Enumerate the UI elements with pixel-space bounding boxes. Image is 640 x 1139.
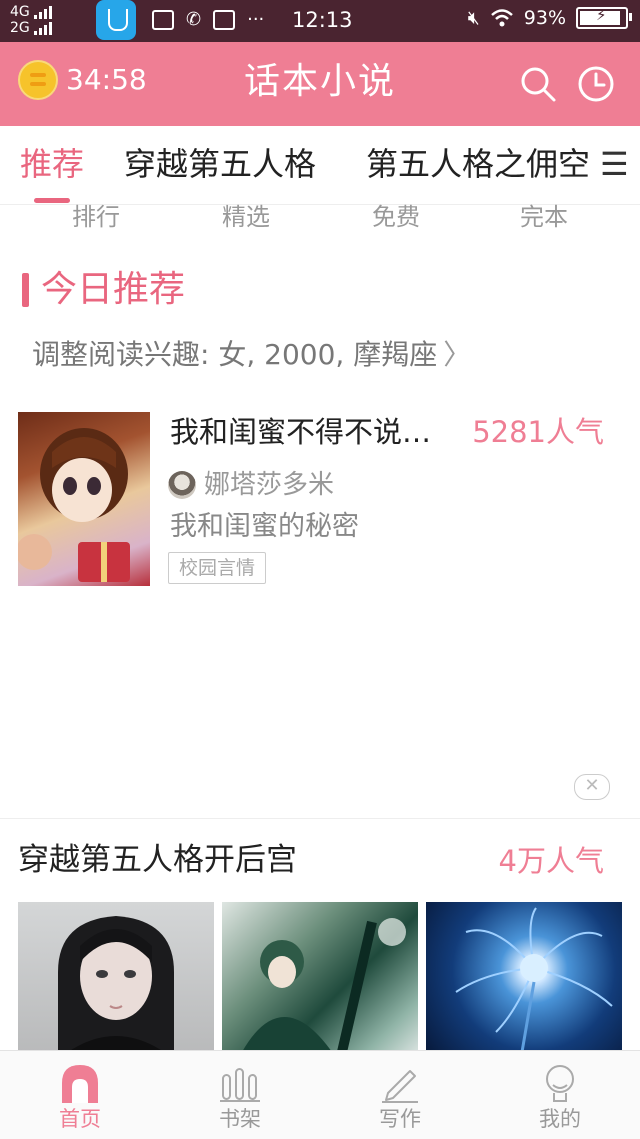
section-header-today: 今日推荐 [22, 268, 185, 312]
subtab-ranking[interactable]: 排行 [16, 200, 176, 234]
interest-text: 调整阅读兴趣: 女, 2000, 摩羯座 [32, 338, 438, 371]
home-icon [62, 1065, 98, 1103]
book-thumbnail[interactable] [426, 902, 622, 1052]
app-store-notification-icon [96, 0, 136, 40]
bottom-navigation: 首页 书架 写作 我的 [0, 1050, 640, 1139]
history-clock-icon[interactable] [576, 64, 616, 104]
chevron-right-icon: 〉 [443, 338, 472, 371]
book-description: 我和闺蜜的秘密 [170, 511, 359, 542]
book-title: 我和闺蜜不得不说… [170, 415, 432, 449]
adjust-interest-link[interactable]: 调整阅读兴趣: 女, 2000, 摩羯座〉 [32, 336, 471, 374]
nav-label-profile: 我的 [539, 1107, 581, 1131]
category-tabs: 推荐 穿越第五人格 第五人格之佣空 ☰ [0, 126, 640, 205]
category-menu-icon[interactable]: ☰ [600, 144, 629, 184]
clock: 12:13 [292, 8, 353, 32]
notification-icons: ✆ ··· [152, 8, 264, 32]
genre-tag[interactable]: 校园言情 [168, 552, 267, 584]
profile-icon [546, 1065, 574, 1102]
network-2g-label: 2G [10, 20, 30, 36]
bookshelf-icon [220, 1068, 260, 1102]
tab-clip: 第五人格之佣空 [366, 144, 600, 184]
section-accent-bar [22, 273, 29, 307]
tab-time-travel-identity-v[interactable]: 穿越第五人格 [124, 144, 316, 184]
network-4g-label: 4G [10, 4, 30, 20]
status-bar: 4G 2G ✆ ··· 12:13 🔇︎ 93% ⚡ [0, 0, 640, 42]
nav-write[interactable]: 写作 [320, 1051, 480, 1139]
nav-home[interactable]: 首页 [0, 1051, 160, 1139]
section-title-today: 今日推荐 [41, 269, 186, 310]
nav-profile[interactable]: 我的 [480, 1051, 640, 1139]
book-thumbnail[interactable] [18, 902, 214, 1052]
screenshot-icon [213, 10, 236, 30]
book-popularity: 5281人气 [472, 415, 604, 449]
message-icon [152, 10, 174, 30]
wifi-icon [490, 9, 513, 27]
tab-recommend[interactable]: 推荐 [20, 144, 84, 184]
book-card[interactable]: 我和闺蜜不得不说… 5281人气 娜塔莎多米 我和闺蜜的秘密 校园言情 [0, 394, 640, 607]
subtab-completed[interactable]: 完本 [464, 200, 624, 234]
missed-call-icon: ✆ [186, 9, 202, 30]
close-icon[interactable]: ✕ [574, 774, 610, 800]
search-icon[interactable] [518, 64, 558, 104]
tab-identity-v-mercenary[interactable]: 第五人格之佣空 [366, 144, 590, 184]
app-header: 34:58 话本小说 [0, 42, 640, 126]
nav-bookshelf[interactable]: 书架 [160, 1051, 320, 1139]
subtab-free[interactable]: 免费 [316, 200, 476, 234]
battery-icon: ⚡ [576, 6, 632, 29]
signal-icon [33, 21, 52, 35]
ad-banner: ✕ [0, 606, 640, 819]
signal-icon [33, 5, 52, 19]
sub-tabs: 排行 精选 免费 完本 [0, 200, 640, 234]
collection-popularity: 4万人气 [498, 844, 604, 878]
section-title-collection[interactable]: 穿越第五人格开后宫 [18, 838, 297, 882]
author-row: 娜塔莎多米 [168, 468, 334, 502]
network-indicator: 4G 2G [10, 4, 52, 36]
battery-percent: 93% [523, 7, 566, 29]
book-cover-image [18, 412, 150, 586]
author-name: 娜塔莎多米 [204, 470, 335, 500]
more-notifications-icon: ··· [247, 9, 265, 30]
nav-label-home: 首页 [59, 1107, 101, 1131]
nav-label-bookshelf: 书架 [219, 1107, 261, 1131]
book-thumbnail[interactable] [222, 902, 418, 1052]
nav-label-write: 写作 [379, 1107, 421, 1131]
subtab-featured[interactable]: 精选 [166, 200, 326, 234]
author-avatar [168, 471, 196, 499]
pen-icon [382, 1070, 418, 1103]
mute-icon: 🔇︎ [467, 7, 480, 29]
